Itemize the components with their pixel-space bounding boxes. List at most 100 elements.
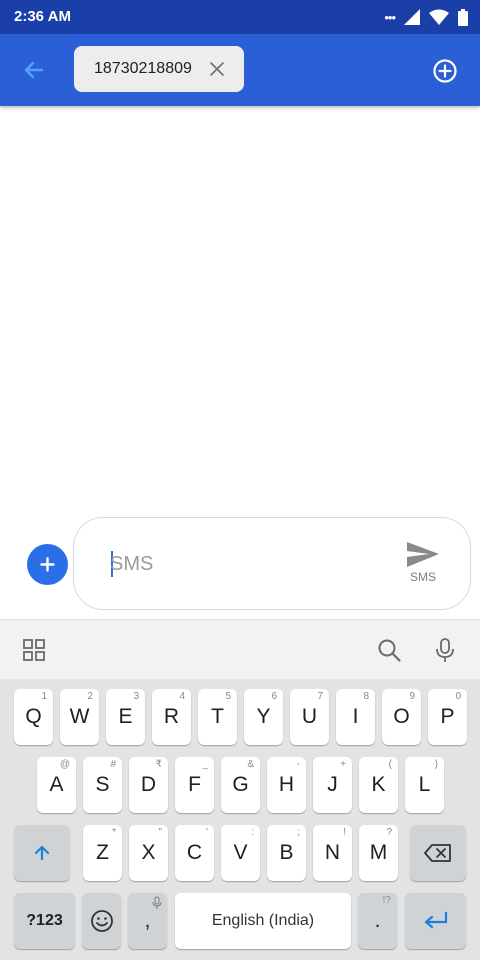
compose-box: SMS (73, 517, 471, 610)
cell-signal-icon (404, 9, 420, 25)
microphone-icon (436, 638, 454, 662)
key-label: Z (96, 841, 109, 864)
status-bar: 2:36 AM ••• (0, 0, 480, 34)
key-label: I (352, 705, 359, 728)
status-time: 2:36 AM (14, 8, 71, 25)
remove-recipient-button[interactable] (208, 60, 226, 78)
key-x[interactable]: " X (129, 825, 168, 881)
key-label: R (163, 705, 180, 728)
key-label: G (232, 773, 249, 796)
recipient-number: 18730218809 (94, 60, 192, 77)
key-l[interactable]: ) L (405, 757, 444, 813)
search-icon (378, 639, 401, 662)
voice-input-button[interactable] (432, 637, 458, 663)
key-c[interactable]: ' C (175, 825, 214, 881)
key-label: U (301, 705, 318, 728)
key-label: W (69, 705, 90, 728)
key-m[interactable]: ? M (359, 825, 398, 881)
symbols-key-label: ?123 (26, 912, 63, 929)
keyboard-menu-button[interactable] (21, 637, 47, 663)
arrow-left-icon (24, 61, 44, 79)
recipient-chip[interactable]: 18730218809 (74, 46, 244, 92)
attach-button[interactable] (27, 544, 68, 585)
wifi-icon (429, 9, 449, 25)
status-icons: ••• (384, 8, 468, 26)
key-label: V (233, 841, 248, 864)
keyboard-toolbar (0, 619, 480, 679)
key-h[interactable]: -H (267, 757, 306, 813)
key-y[interactable]: 6Y (244, 689, 283, 745)
key-label: N (324, 841, 341, 864)
key-g[interactable]: & G (221, 757, 260, 813)
key-label: F (188, 773, 201, 796)
shift-arrow-icon (34, 845, 50, 861)
key-b[interactable]: ; B (267, 825, 306, 881)
period-key-label: . (374, 909, 381, 932)
space-key-label: English (India) (211, 912, 315, 929)
send-icon (407, 542, 439, 567)
enter-arrow-icon (424, 911, 447, 929)
keyboard-search-button[interactable] (376, 637, 402, 663)
key-d[interactable]: ₹ D (129, 757, 168, 813)
key-n[interactable]: ! N (313, 825, 352, 881)
key-k[interactable]: (K (359, 757, 398, 813)
message-list (0, 106, 480, 511)
send-label: SMS (409, 570, 436, 584)
comma-key-label: , (144, 909, 151, 932)
shift-key[interactable] (14, 825, 70, 881)
period-key[interactable]: !? . (358, 893, 397, 949)
key-a[interactable]: @ A (37, 757, 76, 813)
key-label: C (186, 841, 203, 864)
enter-key-face (405, 893, 466, 949)
emoji-icon (90, 910, 113, 932)
symbols-key[interactable]: ?123 (14, 893, 75, 949)
key-f[interactable]: _ F (175, 757, 214, 813)
key-q[interactable]: 1Q (14, 689, 53, 745)
key-label: Y (256, 705, 271, 728)
close-icon (210, 62, 224, 76)
plus-circle-icon (433, 59, 457, 83)
key-label: L (418, 773, 431, 796)
send-button[interactable]: SMS (400, 538, 446, 588)
emoji-key[interactable] (82, 893, 121, 949)
key-label: H (278, 773, 295, 796)
key-t[interactable]: 5T (198, 689, 237, 745)
key-label: A (49, 773, 64, 796)
plus-icon (40, 557, 55, 572)
key-v[interactable]: :V (221, 825, 260, 881)
app-bar: 18730218809 (0, 34, 480, 106)
key-label: P (440, 705, 455, 728)
shift-key-face (14, 825, 70, 881)
key-u[interactable]: 7U (290, 689, 329, 745)
key-s[interactable]: # S (83, 757, 122, 813)
key-j[interactable]: + J (313, 757, 352, 813)
backspace-key-face (410, 825, 466, 881)
key-e[interactable]: 3E (106, 689, 145, 745)
key-label: Q (25, 705, 42, 728)
backspace-key[interactable] (410, 825, 466, 881)
space-key[interactable]: English (India) (175, 893, 351, 949)
emoji-key-face (82, 893, 121, 949)
comma-key[interactable]: , (128, 893, 167, 949)
key-label: M (369, 841, 388, 864)
key-label: S (95, 773, 110, 796)
key-o[interactable]: 9O (382, 689, 421, 745)
enter-key[interactable] (405, 893, 466, 949)
key-z[interactable]: * Z (83, 825, 122, 881)
key-label: K (371, 773, 386, 796)
battery-icon (458, 8, 468, 26)
key-label: J (327, 773, 338, 796)
key-label: X (141, 841, 156, 864)
more-dots-icon: ••• (384, 9, 396, 25)
key-label: D (140, 773, 157, 796)
key-r[interactable]: 4R (152, 689, 191, 745)
key-label: T (211, 705, 224, 728)
message-input[interactable] (110, 546, 390, 582)
back-button[interactable] (20, 56, 48, 84)
backspace-icon (424, 844, 451, 862)
key-i[interactable]: 8I (336, 689, 375, 745)
grid-icon (23, 639, 45, 661)
key-p[interactable]: 0P (428, 689, 467, 745)
add-recipient-button[interactable] (430, 56, 460, 86)
key-w[interactable]: 2W (60, 689, 99, 745)
